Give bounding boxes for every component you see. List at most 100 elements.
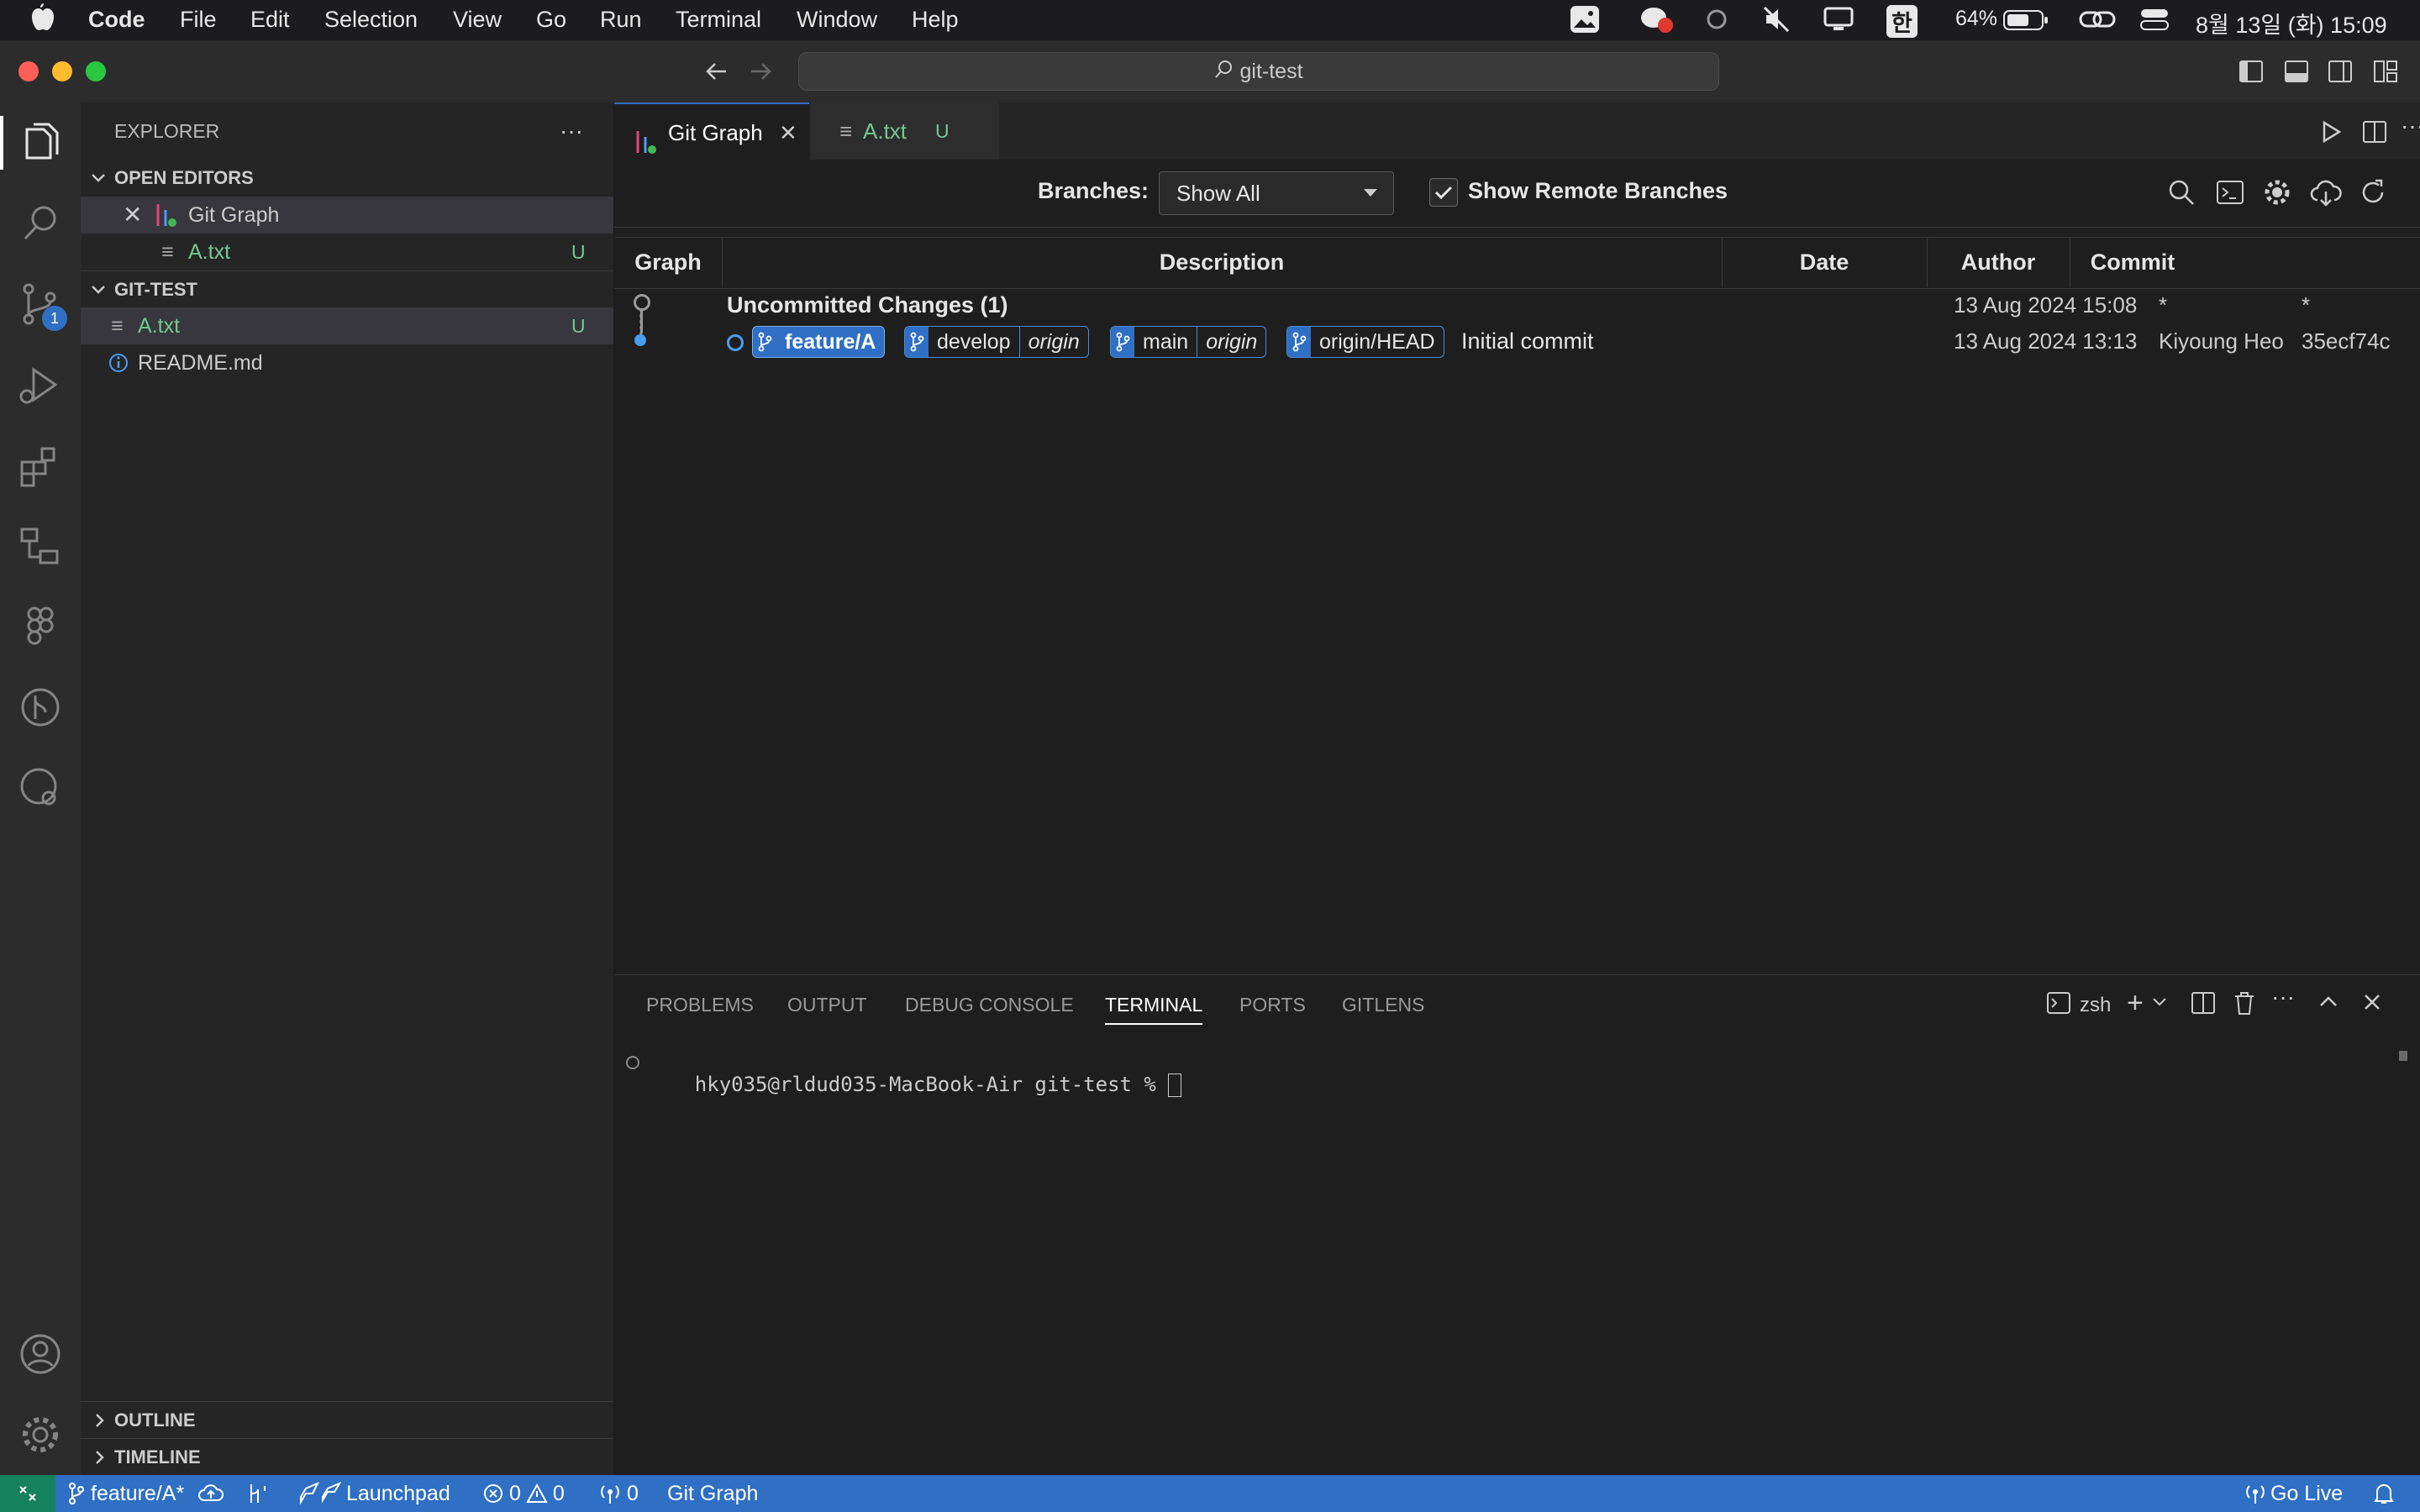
tab-a-txt[interactable]: ≡ A.txt U	[811, 102, 999, 160]
maximize-window-button[interactable]	[86, 61, 106, 81]
fetch-cloud-icon[interactable]	[2310, 178, 2342, 211]
remote-explorer-icon[interactable]	[15, 521, 66, 571]
close-window-button[interactable]	[18, 61, 39, 81]
ref-develop[interactable]: develop origin	[904, 326, 1089, 358]
panel-tab-output[interactable]: OUTPUT	[787, 994, 867, 1016]
maximize-panel-icon[interactable]	[2317, 990, 2340, 1018]
branches-dropdown[interactable]: Show All	[1159, 171, 1394, 215]
terminal-output[interactable]: hky035@rldud035-MacBook-Air git-test %	[646, 1049, 1182, 1121]
panel-tab-debug-console[interactable]: DEBUG CONSOLE	[905, 994, 1074, 1016]
git-graph-status-button[interactable]: Git Graph	[667, 1475, 758, 1512]
menu-file[interactable]: File	[180, 7, 217, 33]
outline-section[interactable]: OUTLINE	[81, 1401, 613, 1439]
menu-edit[interactable]: Edit	[250, 7, 290, 33]
commit-row[interactable]: feature/A develop origin main origin ori…	[614, 324, 2420, 365]
tab-git-graph[interactable]: Git Graph ✕	[614, 102, 809, 161]
close-tab-icon[interactable]: ✕	[779, 104, 797, 161]
command-decoration-icon[interactable]	[626, 1056, 639, 1069]
back-arrow-icon[interactable]	[702, 57, 731, 90]
terminal-scrollbar[interactable]	[2399, 1051, 2407, 1061]
column-commit[interactable]: Commit	[2070, 237, 2196, 287]
split-editor-icon[interactable]	[2362, 119, 2387, 149]
customize-layout-icon[interactable]	[2373, 59, 2398, 88]
column-date[interactable]: Date	[1722, 237, 1928, 287]
menu-selection[interactable]: Selection	[324, 7, 418, 33]
file-a-txt[interactable]: ≡ A.txt U	[81, 307, 613, 344]
run-icon[interactable]	[2318, 119, 2344, 149]
gitlens-icon[interactable]	[15, 682, 66, 732]
muted-speaker-icon[interactable]	[1763, 6, 1790, 39]
column-author[interactable]: Author	[1927, 237, 2070, 287]
more-actions-icon[interactable]: ···	[560, 118, 583, 144]
file-readme-md[interactable]: README.md	[81, 344, 613, 381]
app-menu-code[interactable]: Code	[88, 7, 145, 33]
battery-icon[interactable]	[2003, 8, 2049, 38]
open-editor-a-txt[interactable]: ≡ A.txt U	[81, 234, 613, 270]
forward-arrow-icon[interactable]	[746, 57, 775, 90]
refresh-icon[interactable]	[2359, 178, 2387, 211]
find-icon[interactable]	[2167, 178, 2196, 211]
menu-go[interactable]: Go	[536, 7, 566, 33]
extensions-icon[interactable]	[15, 440, 66, 491]
chevron-down-icon[interactable]	[2152, 995, 2167, 1013]
terminal-shell-name[interactable]: zsh	[2080, 994, 2111, 1017]
trash-icon[interactable]	[2233, 990, 2256, 1020]
toggle-primary-sidebar-icon[interactable]	[2238, 59, 2264, 88]
settings-gear-icon[interactable]	[2263, 178, 2291, 211]
publish-cloud-icon[interactable]	[198, 1475, 224, 1512]
git-test-folder-section[interactable]: GIT-TEST	[81, 270, 613, 308]
show-remote-checkbox[interactable]	[1429, 178, 1458, 207]
panel-tab-ports[interactable]: PORTS	[1239, 994, 1306, 1016]
chat-notification-icon[interactable]	[1640, 5, 1674, 41]
terminal-icon[interactable]	[2216, 178, 2244, 211]
column-graph[interactable]: Graph	[614, 237, 723, 287]
branch-status[interactable]: feature/A*	[67, 1475, 184, 1512]
sync-icon[interactable]	[1704, 7, 1729, 38]
timeline-section[interactable]: TIMELINE	[81, 1438, 613, 1476]
search-icon[interactable]	[15, 198, 66, 249]
photo-icon[interactable]	[1570, 5, 1600, 39]
uncommitted-row[interactable]: Uncommitted Changes (1) 13 Aug 2024 15:0…	[614, 287, 2420, 328]
go-live-status[interactable]: Go Live	[2245, 1475, 2343, 1512]
close-editor-icon[interactable]: ✕	[123, 197, 142, 234]
menu-window[interactable]: Window	[797, 7, 877, 33]
panel-tab-gitlens[interactable]: GITLENS	[1342, 994, 1424, 1016]
more-actions-icon[interactable]: ···	[2271, 984, 2295, 1011]
ref-main[interactable]: main origin	[1110, 326, 1267, 358]
apple-icon[interactable]	[29, 3, 55, 39]
close-panel-icon[interactable]	[2360, 990, 2384, 1018]
more-actions-icon[interactable]: ···	[2401, 113, 2420, 139]
ref-origin-head[interactable]: origin/HEAD	[1286, 326, 1444, 358]
menu-view[interactable]: View	[453, 7, 502, 33]
problems-status[interactable]: 0 0	[482, 1475, 565, 1512]
remote-indicator-icon[interactable]	[0, 1475, 55, 1512]
ports-status[interactable]: 0	[598, 1475, 639, 1512]
panel-tab-terminal[interactable]: TERMINAL	[1105, 994, 1203, 1025]
display-icon[interactable]	[1823, 7, 1854, 38]
minimize-window-button[interactable]	[52, 61, 72, 81]
open-editor-git-graph[interactable]: ✕ Git Graph	[81, 197, 613, 234]
launchpad-status[interactable]: Launchpad	[297, 1475, 450, 1512]
open-editors-section[interactable]: OPEN EDITORS	[81, 160, 613, 197]
menu-run[interactable]: Run	[600, 7, 642, 33]
link-icon[interactable]	[2079, 7, 2116, 38]
notifications-bell-icon[interactable]	[2373, 1475, 2395, 1512]
accounts-icon[interactable]	[15, 1329, 66, 1379]
run-debug-icon[interactable]	[15, 360, 66, 410]
column-description[interactable]: Description	[722, 237, 1723, 287]
figma-icon[interactable]	[15, 601, 66, 652]
explorer-icon[interactable]	[15, 118, 66, 168]
split-terminal-icon[interactable]	[2191, 990, 2216, 1020]
toggle-secondary-sidebar-icon[interactable]	[2328, 59, 2353, 88]
new-terminal-icon[interactable]: +	[2127, 987, 2144, 1020]
ref-feature-a[interactable]: feature/A	[752, 326, 886, 358]
menubar-clock[interactable]: 8월 13일 (화) 15:09	[2196, 7, 2387, 39]
gitlens-inspect-icon[interactable]	[15, 763, 66, 813]
menu-help[interactable]: Help	[912, 7, 959, 33]
manage-gear-icon[interactable]	[15, 1410, 66, 1460]
git-graph-status-icon[interactable]	[247, 1475, 269, 1512]
menu-terminal[interactable]: Terminal	[676, 7, 761, 33]
toggle-panel-icon[interactable]	[2284, 59, 2309, 88]
panel-tab-problems[interactable]: PROBLEMS	[646, 994, 754, 1016]
control-center-icon[interactable]	[2139, 7, 2170, 38]
